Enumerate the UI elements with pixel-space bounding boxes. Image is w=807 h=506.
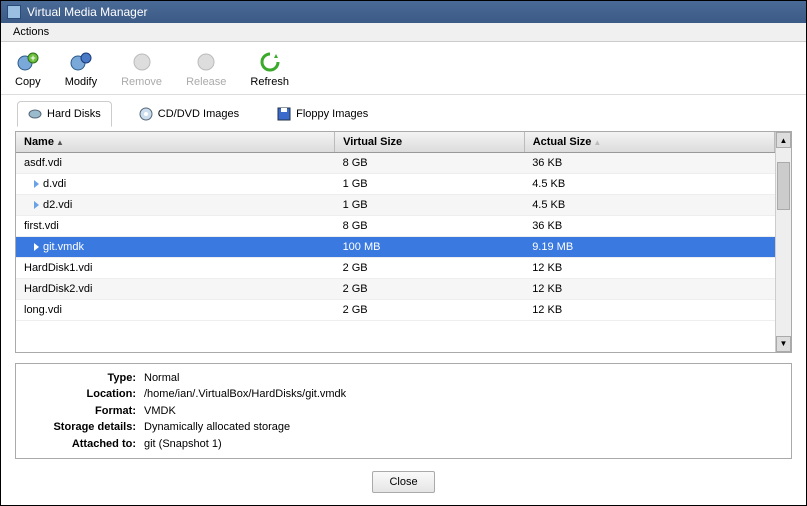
content: Name▲ Virtual Size Actual Size▲ asdf.vdi… [1,127,806,459]
cell-asize: 4.5 KB [524,195,774,216]
scroll-down-button[interactable]: ▼ [776,336,791,352]
titlebar[interactable]: Virtual Media Manager [1,1,806,23]
remove-button: Remove [115,48,168,90]
cell-asize: 12 KB [524,258,774,279]
vertical-scrollbar[interactable]: ▲ ▼ [775,132,791,352]
cell-name: first.vdi [16,216,335,237]
cell-asize: 9.19 MB [524,237,774,258]
tab-hard-disks[interactable]: Hard Disks [17,101,112,127]
cell-vsize: 2 GB [335,300,525,321]
toolbar: + Copy Modify Remove Release Re [1,42,806,95]
col-actual-size[interactable]: Actual Size▲ [524,132,774,153]
label-attached: Attached to: [26,436,136,453]
sort-asc-icon: ▲ [56,138,64,147]
table-row[interactable]: asdf.vdi8 GB36 KB [16,153,775,174]
menu-actions[interactable]: Actions [9,24,53,40]
cell-vsize: 1 GB [335,174,525,195]
cell-vsize: 1 GB [335,195,525,216]
modify-button[interactable]: Modify [59,48,103,90]
cell-name: HardDisk2.vdi [16,279,335,300]
expand-icon[interactable] [34,180,39,188]
app-icon [7,5,21,19]
col-virtual-size[interactable]: Virtual Size [335,132,525,153]
cell-asize: 12 KB [524,279,774,300]
sort-asc-icon: ▲ [593,138,601,147]
table-row[interactable]: HardDisk1.vdi2 GB12 KB [16,258,775,279]
footer: Close [1,459,806,505]
refresh-button[interactable]: Refresh [244,48,295,90]
table-row[interactable]: HardDisk2.vdi2 GB12 KB [16,279,775,300]
scroll-thumb[interactable] [777,162,790,210]
cd-icon [139,107,153,121]
menubar: Actions [1,23,806,42]
label-type: Type: [26,370,136,387]
col-name[interactable]: Name▲ [16,132,335,153]
release-icon [194,50,218,74]
floppy-icon [277,107,291,121]
cell-vsize: 2 GB [335,279,525,300]
copy-button[interactable]: + Copy [9,48,47,90]
table-row[interactable]: d.vdi1 GB4.5 KB [16,174,775,195]
cell-name: HardDisk1.vdi [16,258,335,279]
details-panel: Type: Normal Location: /home/ian/.VirtualB… [15,363,792,460]
virtual-media-manager-window: Virtual Media Manager Actions + Copy Mod… [0,0,807,506]
table-row[interactable]: long.vdi2 GB12 KB [16,300,775,321]
value-format: VMDK [144,403,176,420]
cell-vsize: 8 GB [335,216,525,237]
table-row[interactable]: git.vmdk100 MB9.19 MB [16,237,775,258]
label-location: Location: [26,386,136,403]
tab-cd-dvd[interactable]: CD/DVD Images [128,101,250,127]
close-button[interactable]: Close [372,471,434,493]
value-attached: git (Snapshot 1) [144,436,222,453]
label-format: Format: [26,403,136,420]
refresh-icon [258,50,282,74]
cell-name: asdf.vdi [16,153,335,174]
expand-icon[interactable] [34,243,39,251]
cell-vsize: 8 GB [335,153,525,174]
cell-name: long.vdi [16,300,335,321]
value-type: Normal [144,370,179,387]
cell-vsize: 2 GB [335,258,525,279]
tabs: Hard Disks CD/DVD Images Floppy Images [1,95,806,127]
cell-vsize: 100 MB [335,237,525,258]
expand-icon[interactable] [34,201,39,209]
cell-asize: 12 KB [524,300,774,321]
value-location: /home/ian/.VirtualBox/HardDisks/git.vmdk [144,386,346,403]
release-button: Release [180,48,232,90]
cell-asize: 36 KB [524,153,774,174]
cell-name: git.vmdk [16,237,335,258]
value-storage: Dynamically allocated storage [144,419,290,436]
remove-icon [130,50,154,74]
cell-name: d.vdi [16,174,335,195]
table-row[interactable]: d2.vdi1 GB4.5 KB [16,195,775,216]
media-table: Name▲ Virtual Size Actual Size▲ asdf.vdi… [16,132,775,321]
modify-icon [69,50,93,74]
tab-floppy[interactable]: Floppy Images [266,101,379,127]
cell-asize: 4.5 KB [524,174,774,195]
cell-name: d2.vdi [16,195,335,216]
svg-text:+: + [30,53,35,63]
table-row[interactable]: first.vdi8 GB36 KB [16,216,775,237]
cell-asize: 36 KB [524,216,774,237]
label-storage: Storage details: [26,419,136,436]
scroll-up-button[interactable]: ▲ [776,132,791,148]
copy-icon: + [16,50,40,74]
media-table-frame: Name▲ Virtual Size Actual Size▲ asdf.vdi… [15,131,792,353]
window-title: Virtual Media Manager [27,5,148,19]
hdd-icon [28,107,42,121]
